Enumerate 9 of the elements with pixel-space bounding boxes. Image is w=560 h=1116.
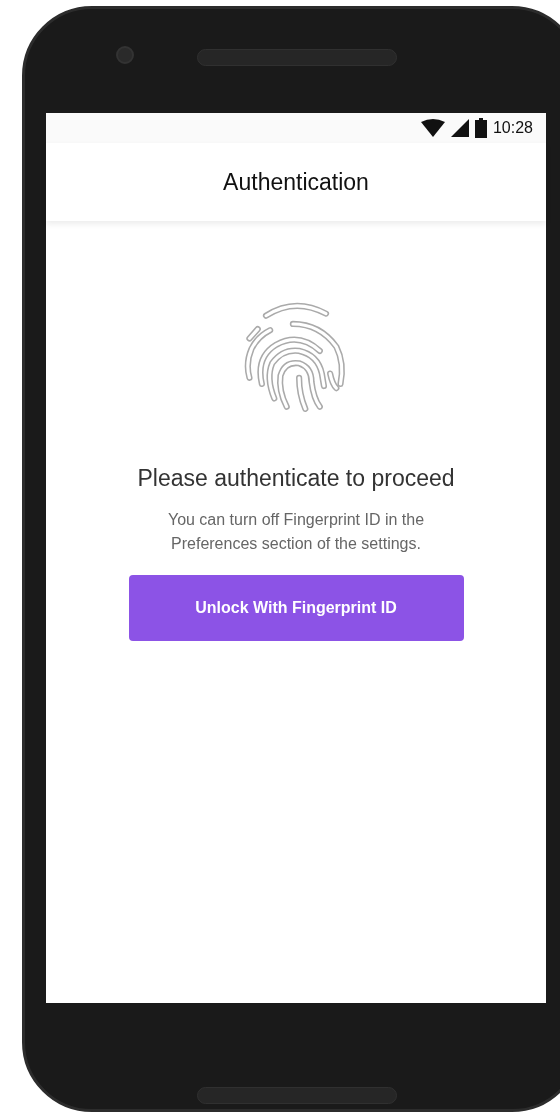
app-bar-title: Authentication bbox=[223, 168, 369, 196]
prompt-message: You can turn off Fingerprint ID in the Preferences section of the settings. bbox=[166, 510, 426, 554]
battery-icon bbox=[474, 118, 487, 138]
status-time: 10:28 bbox=[492, 119, 533, 137]
signal-icon bbox=[450, 119, 469, 137]
unlock-button[interactable]: Unlock With Fingerprint ID bbox=[128, 575, 464, 641]
wifi-icon bbox=[420, 119, 445, 137]
prompt-heading: Please authenticate to proceed bbox=[137, 465, 455, 492]
camera-icon bbox=[116, 46, 134, 64]
